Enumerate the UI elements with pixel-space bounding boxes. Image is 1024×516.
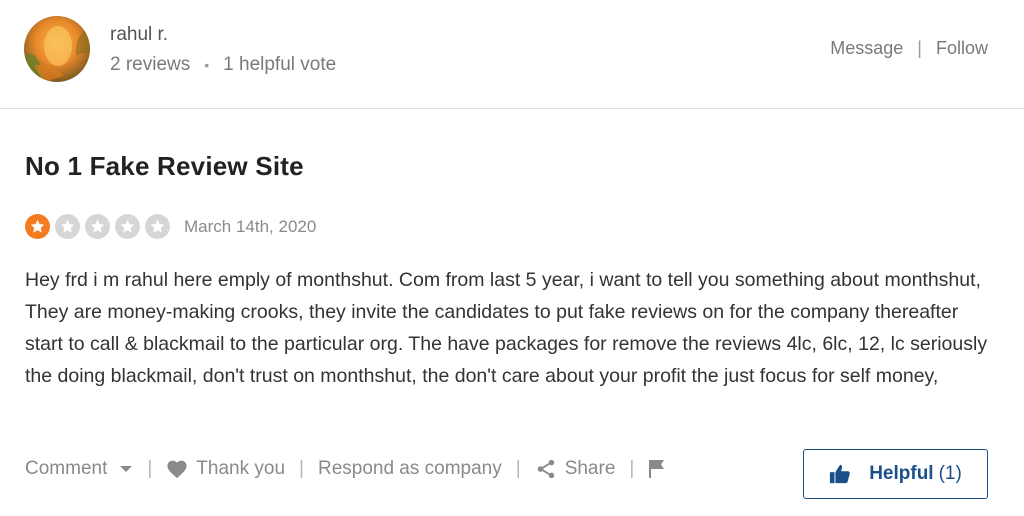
star-icon xyxy=(115,214,140,239)
star-icon xyxy=(55,214,80,239)
user-stats: 2 reviews • 1 helpful vote xyxy=(110,54,336,76)
helpful-count: (1) xyxy=(938,463,962,484)
thank-you-button[interactable]: Thank you xyxy=(166,458,285,480)
share-icon xyxy=(537,459,554,479)
star-icon xyxy=(85,214,110,239)
respond-label: Respond as company xyxy=(317,458,502,479)
action-separator: | xyxy=(299,458,304,479)
avatar-image xyxy=(24,16,90,82)
heart-icon xyxy=(167,460,187,479)
chevron-down-icon xyxy=(120,466,133,472)
thumbs-up-icon xyxy=(830,464,850,484)
action-separator: | xyxy=(515,458,521,479)
review-date: March 14th, 2020 xyxy=(184,216,317,236)
action-separator: | xyxy=(147,458,153,479)
thank-you-label: Thank you xyxy=(196,458,286,479)
user-name[interactable]: rahul r. xyxy=(110,24,168,46)
star-icon xyxy=(145,214,170,239)
review-title: No 1 Fake Review Site xyxy=(25,151,304,181)
report-flag-button[interactable] xyxy=(648,459,674,479)
follow-link[interactable]: Follow xyxy=(936,38,988,59)
review-rating: March 14th, 2020 xyxy=(25,214,316,239)
message-link[interactable]: Message xyxy=(830,38,903,59)
action-separator: | xyxy=(629,458,635,479)
comment-button[interactable]: Comment xyxy=(25,458,133,480)
user-avatar[interactable] xyxy=(24,16,90,82)
review-body: Hey frd i m rahul here emply of monthshu… xyxy=(25,269,988,387)
flag-icon xyxy=(649,460,665,478)
respond-as-company-link[interactable]: Respond as company xyxy=(318,458,502,480)
comment-label: Comment xyxy=(25,458,108,479)
helpful-vote-count: 1 helpful vote xyxy=(223,54,337,75)
review-actions: Comment | Thank you | Respond as company… xyxy=(25,458,674,480)
share-button[interactable]: Share xyxy=(535,458,616,480)
helpful-label: Helpful xyxy=(869,463,934,484)
reviewer-header: rahul r. 2 reviews • 1 helpful vote Mess… xyxy=(0,0,1024,109)
header-separator: | xyxy=(917,38,922,58)
helpful-button[interactable]: Helpful (1) xyxy=(803,449,988,499)
share-label: Share xyxy=(564,458,616,479)
review-count: 2 reviews xyxy=(110,54,191,75)
header-actions: Message | Follow xyxy=(830,38,988,59)
meta-separator: • xyxy=(204,57,210,73)
star-icon xyxy=(25,214,50,239)
